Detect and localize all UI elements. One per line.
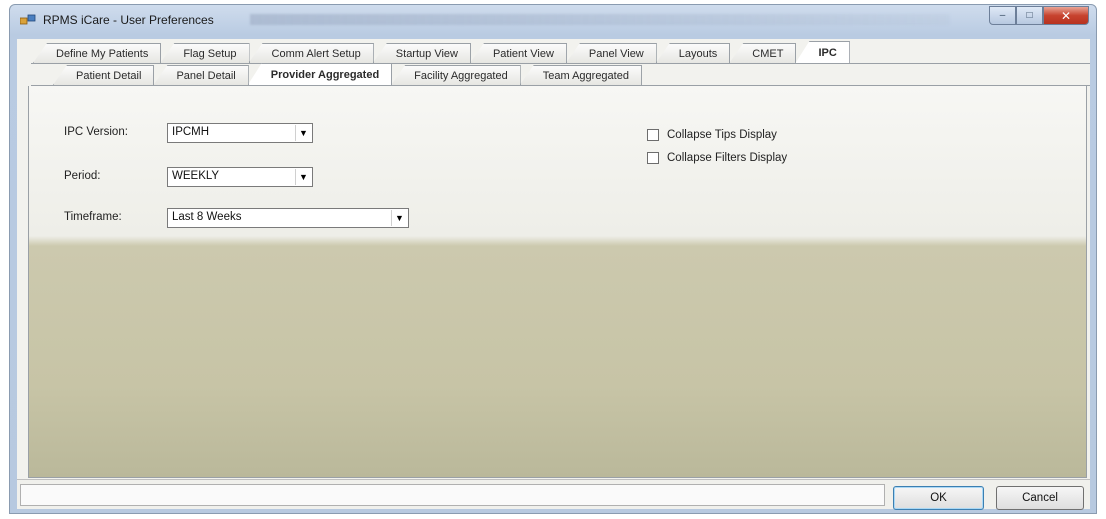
timeframe-value: Last 8 Weeks xyxy=(172,211,242,223)
dropdown-arrow-icon[interactable]: ▼ xyxy=(295,125,311,141)
timeframe-label: Timeframe: xyxy=(64,211,122,223)
maximize-button[interactable]: □ xyxy=(1016,6,1043,25)
provider-aggregated-panel: IPC Version: IPCMH ▼ Period: WEEKLY ▼ Ti… xyxy=(28,86,1087,478)
ok-button[interactable]: OK xyxy=(893,486,984,510)
dropdown-arrow-icon[interactable]: ▼ xyxy=(295,169,311,185)
checkbox-icon[interactable] xyxy=(647,152,659,164)
tab-startup-view[interactable]: Startup View xyxy=(372,43,471,63)
tab-provider-aggregated[interactable]: Provider Aggregated xyxy=(247,63,393,85)
tab-flag-setup[interactable]: Flag Setup xyxy=(160,43,250,63)
title-bar[interactable]: RPMS iCare - User Preferences – □ ✕ xyxy=(10,5,1096,34)
collapse-filters-checkbox[interactable]: Collapse Filters Display xyxy=(647,152,787,164)
dialog-footer: OK Cancel xyxy=(17,479,1090,510)
period-value: WEEKLY xyxy=(172,170,220,182)
tab-comm-alert-setup[interactable]: Comm Alert Setup xyxy=(248,43,374,63)
collapse-tips-label: Collapse Tips Display xyxy=(667,129,777,141)
ipc-version-value: IPCMH xyxy=(172,126,210,138)
tab-panel-detail[interactable]: Panel Detail xyxy=(153,65,249,85)
tab-patient-detail[interactable]: Patient Detail xyxy=(53,65,155,85)
window-title: RPMS iCare - User Preferences xyxy=(43,13,214,27)
sub-tab-strip: Patient Detail Panel Detail Provider Agg… xyxy=(53,63,642,85)
checkbox-icon[interactable] xyxy=(647,129,659,141)
status-box xyxy=(20,484,885,506)
title-blurred-text xyxy=(250,14,950,25)
ipc-version-select[interactable]: IPCMH ▼ xyxy=(167,123,313,143)
caption-buttons: – □ ✕ xyxy=(989,6,1089,26)
tab-define-my-patients[interactable]: Define My Patients xyxy=(33,43,162,63)
tab-ipc[interactable]: IPC xyxy=(795,41,850,63)
tab-layouts[interactable]: Layouts xyxy=(655,43,731,63)
period-label: Period: xyxy=(64,170,101,182)
cancel-button[interactable]: Cancel xyxy=(996,486,1084,510)
period-select[interactable]: WEEKLY ▼ xyxy=(167,167,313,187)
dropdown-arrow-icon[interactable]: ▼ xyxy=(391,210,407,226)
tab-team-aggregated[interactable]: Team Aggregated xyxy=(519,65,642,85)
main-tab-strip: Define My Patients Flag Setup Comm Alert… xyxy=(33,41,850,63)
tab-panel-view[interactable]: Panel View xyxy=(565,43,657,63)
close-button[interactable]: ✕ xyxy=(1043,6,1089,25)
dialog-client-area: Define My Patients Flag Setup Comm Alert… xyxy=(17,39,1090,510)
tab-facility-aggregated[interactable]: Facility Aggregated xyxy=(391,65,521,85)
preferences-window: RPMS iCare - User Preferences – □ ✕ Defi… xyxy=(9,4,1097,514)
tab-patient-view[interactable]: Patient View xyxy=(469,43,567,63)
timeframe-select[interactable]: Last 8 Weeks ▼ xyxy=(167,208,409,228)
app-icon xyxy=(20,14,36,25)
minimize-button[interactable]: – xyxy=(989,6,1016,25)
collapse-tips-checkbox[interactable]: Collapse Tips Display xyxy=(647,129,777,141)
collapse-filters-label: Collapse Filters Display xyxy=(667,152,788,164)
ipc-version-label: IPC Version: xyxy=(64,126,128,138)
tab-cmet[interactable]: CMET xyxy=(729,43,797,63)
